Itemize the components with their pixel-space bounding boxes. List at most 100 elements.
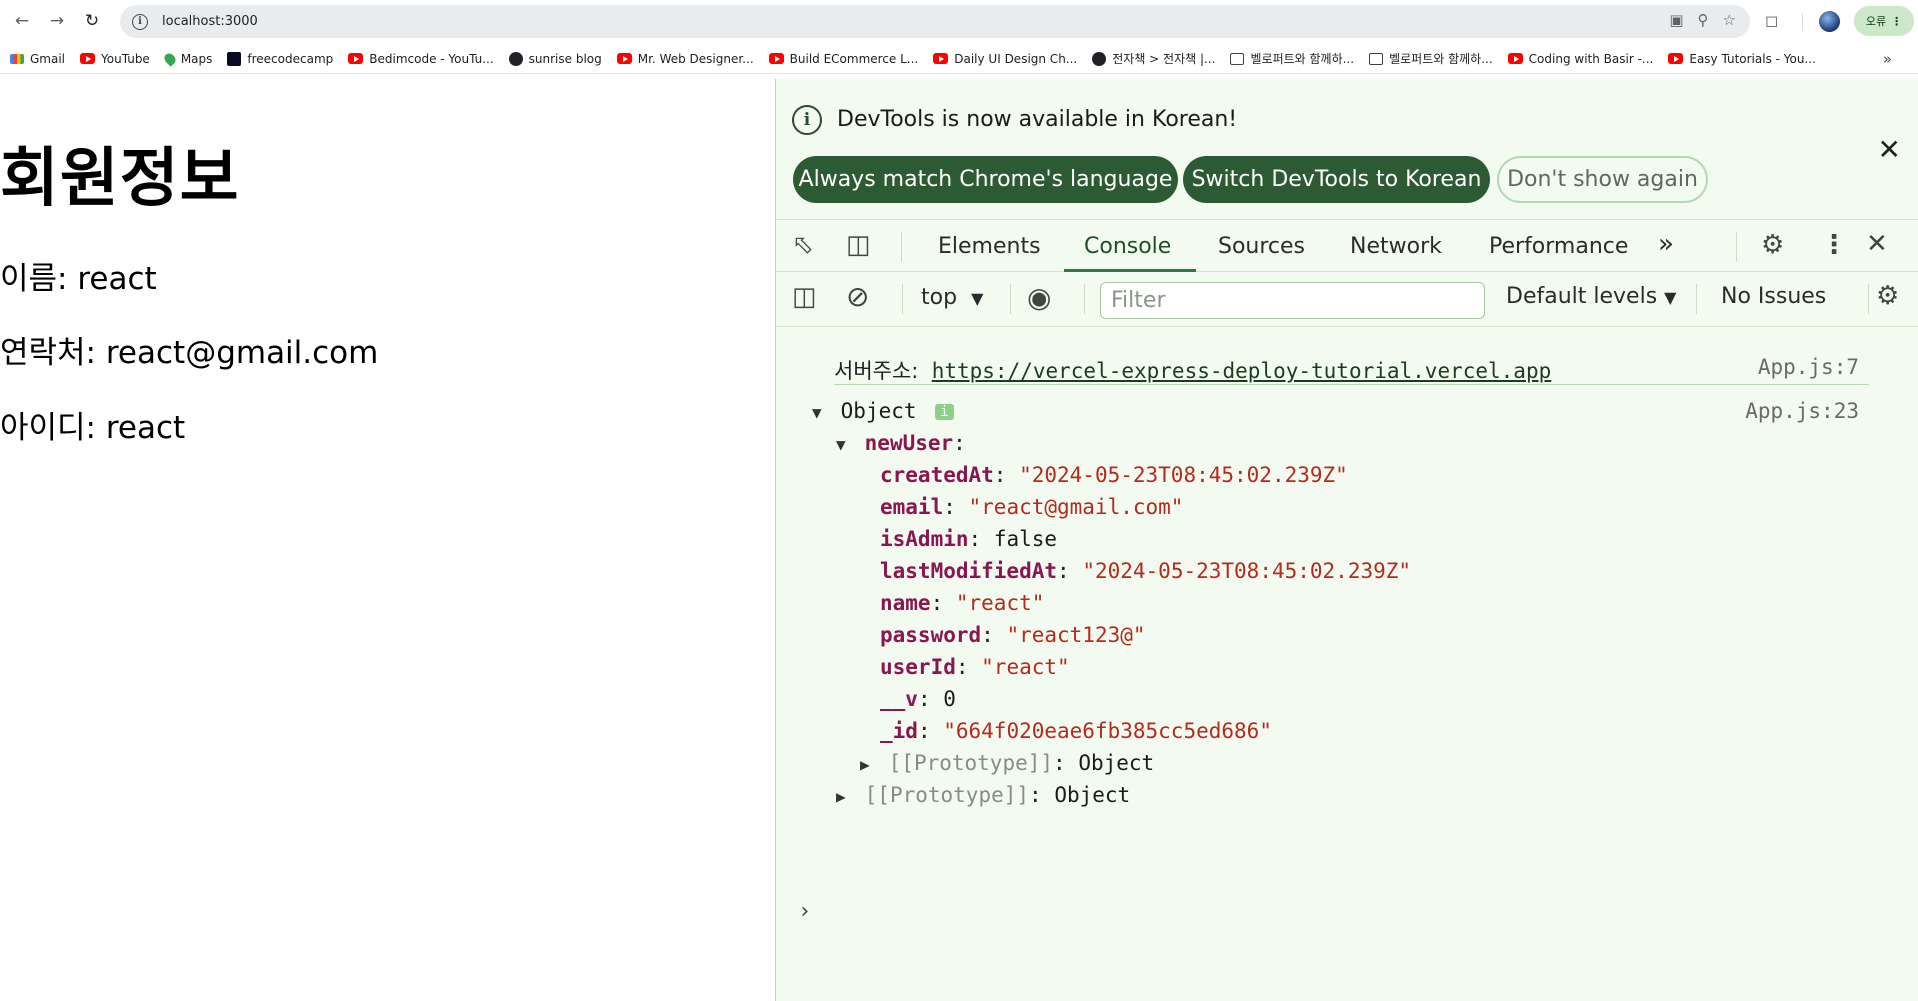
bookmark-label: Gmail — [30, 51, 66, 66]
bookmark-item[interactable]: Mr. Web Designer... — [616, 51, 754, 66]
settings-gear-icon[interactable]: ⚙ — [1761, 230, 1784, 260]
arrow-right-icon: → — [49, 11, 65, 31]
reload-icon: ↻ — [84, 11, 100, 31]
object-property-row: password: "react123@" — [880, 623, 1146, 647]
object-property-row: _id: "664f020eae6fb385cc5ed686" — [880, 719, 1272, 743]
log-source-link[interactable]: App.js:7 — [1758, 355, 1859, 379]
prototype-key: [[Prototype]] — [888, 751, 1054, 775]
log-label: 서버주소: — [834, 359, 919, 383]
inspect-element-icon[interactable]: ⬁ — [792, 230, 814, 260]
console-prompt-chevron-icon[interactable]: › — [798, 899, 811, 924]
bookmark-item[interactable]: YouTube — [80, 52, 150, 66]
sidebar-toggle-icon[interactable]: ◫ — [792, 282, 817, 312]
console-filter-input[interactable]: Filter — [1100, 282, 1485, 319]
book-icon — [1369, 52, 1384, 65]
toolbar-divider — [902, 284, 903, 314]
bookmark-label: Easy Tutorials - You... — [1689, 51, 1816, 66]
newuser-node[interactable]: ▼ newUser: — [836, 431, 966, 455]
kebab-menu-icon: ⋮ — [1891, 14, 1903, 28]
bookmark-item[interactable]: sunrise blog — [508, 51, 602, 66]
info-badge-icon[interactable]: i — [935, 404, 954, 420]
star-bookmark-icon[interactable]: ☆ — [1723, 11, 1736, 29]
bookmark-item[interactable]: 벨로퍼트와 함께하... — [1369, 50, 1493, 67]
outer-prototype-node[interactable]: ▶ [[Prototype]]: Object — [836, 783, 1130, 807]
clear-console-icon[interactable]: ⊘ — [846, 280, 869, 313]
bookmark-item[interactable]: 전자책 > 전자책 |... — [1092, 50, 1215, 67]
bookmark-item[interactable]: Daily UI Design Ch... — [933, 52, 1077, 66]
back-button[interactable]: ← — [5, 4, 39, 38]
youtube-icon — [80, 53, 96, 64]
bookmark-item[interactable]: Coding with Basir -... — [1507, 52, 1653, 66]
user-id-text: 아이디: react — [0, 410, 186, 446]
forward-button[interactable]: → — [40, 4, 74, 38]
bookmark-item[interactable]: Easy Tutorials - You... — [1668, 52, 1816, 66]
youtube-icon — [768, 53, 784, 64]
tab-network[interactable]: Network — [1350, 234, 1442, 259]
more-tabs-chevron-icon[interactable]: » — [1658, 229, 1674, 259]
log-levels-label: Default levels — [1506, 284, 1658, 309]
profile-avatar[interactable] — [1819, 11, 1840, 32]
zoom-icon[interactable]: ⚲ — [1698, 11, 1709, 29]
tab-elements[interactable]: Elements — [938, 234, 1041, 259]
bookmark-label: Maps — [180, 51, 213, 66]
issues-counter[interactable]: No Issues — [1721, 284, 1826, 309]
expand-triangle-right-icon[interactable]: ▶ — [860, 755, 876, 774]
always-match-language-button[interactable]: Always match Chrome's language — [793, 156, 1178, 203]
context-selector-label: top — [921, 285, 958, 310]
log-divider — [834, 384, 1869, 385]
device-toolbar-icon[interactable]: ◫ — [846, 230, 871, 260]
log-entry-server-url: 서버주소: https://vercel-express-deploy-tuto… — [834, 355, 1551, 385]
error-menu-chip[interactable]: 오류 ⋮ — [1854, 6, 1914, 36]
bookmark-label: 전자책 > 전자책 |... — [1112, 52, 1216, 66]
object-property-row: isAdmin: false — [880, 527, 1057, 551]
context-selector[interactable]: top ▼ — [921, 285, 983, 310]
more-bookmarks-chevron-icon[interactable]: » — [1883, 50, 1892, 68]
install-app-icon[interactable]: ▣ — [1669, 11, 1683, 29]
object-property-row: userId: "react" — [880, 655, 1070, 679]
console-toolbar: ◫ ⊘ top ▼ ◉ Filter Default levels ▼ No I… — [776, 272, 1918, 327]
expand-triangle-icon[interactable]: ▼ — [812, 403, 828, 422]
maps-pin-icon — [162, 50, 178, 67]
toolbar-divider — [1010, 284, 1011, 314]
bookmark-item[interactable]: freecodecamp — [227, 51, 333, 66]
inner-prototype-node[interactable]: ▶ [[Prototype]]: Object — [860, 751, 1154, 775]
switch-to-korean-button[interactable]: Switch DevTools to Korean — [1183, 156, 1490, 203]
object-label: Object — [840, 399, 917, 423]
bookmark-label: Mr. Web Designer... — [637, 51, 754, 66]
property-value: "react123@" — [1006, 623, 1146, 647]
tab-console[interactable]: Console — [1084, 234, 1171, 259]
expand-triangle-right-icon[interactable]: ▶ — [836, 787, 852, 806]
extensions-puzzle-icon[interactable]: ◻ — [1765, 11, 1778, 30]
tab-sources[interactable]: Sources — [1218, 234, 1305, 259]
youtube-icon — [1668, 53, 1684, 64]
close-infobar-icon[interactable]: ✕ — [1878, 133, 1901, 166]
book-icon — [1230, 52, 1245, 65]
dont-show-again-button[interactable]: Don't show again — [1497, 156, 1708, 203]
expand-triangle-icon[interactable]: ▼ — [836, 435, 852, 454]
bookmarks-bar: Gmail YouTube Maps freecodecamp Bedimcode - … — [0, 44, 1918, 74]
tab-divider — [1736, 232, 1737, 262]
address-bar[interactable]: i localhost:3000 ▣ ⚲ ☆ — [120, 5, 1750, 38]
log-source-link[interactable]: App.js:23 — [1745, 399, 1859, 423]
reload-button[interactable]: ↻ — [75, 4, 109, 38]
caret-down-icon: ▼ — [1664, 288, 1677, 307]
bookmark-item[interactable]: Build ECommerce L... — [768, 51, 919, 66]
freecodecamp-icon — [227, 51, 242, 66]
console-settings-gear-icon[interactable]: ⚙ — [1876, 281, 1899, 311]
bookmark-label: Build ECommerce L... — [789, 51, 919, 66]
arrow-left-icon: ← — [14, 11, 30, 31]
toolbar-divider — [1696, 284, 1697, 314]
bookmark-item[interactable]: 벨로퍼트와 함께하... — [1230, 50, 1354, 67]
bookmark-item[interactable]: Bedimcode - YouTu... — [348, 52, 494, 66]
bookmark-item[interactable]: Gmail — [10, 52, 65, 66]
server-url-link[interactable]: https://vercel-express-deploy-tutorial.v… — [932, 359, 1552, 383]
site-info-icon[interactable]: i — [132, 13, 148, 30]
eye-live-expression-icon[interactable]: ◉ — [1027, 281, 1051, 314]
log-levels-dropdown[interactable]: Default levels ▼ — [1506, 284, 1676, 309]
prototype-value: Object — [1078, 751, 1155, 775]
log-entry-object[interactable]: ▼ Object i — [812, 399, 954, 423]
close-devtools-icon[interactable]: ✕ — [1866, 229, 1888, 259]
bookmark-item[interactable]: Maps — [162, 50, 213, 67]
kebab-menu-icon[interactable]: ⋮ — [1821, 230, 1847, 260]
tab-performance[interactable]: Performance — [1489, 234, 1628, 259]
